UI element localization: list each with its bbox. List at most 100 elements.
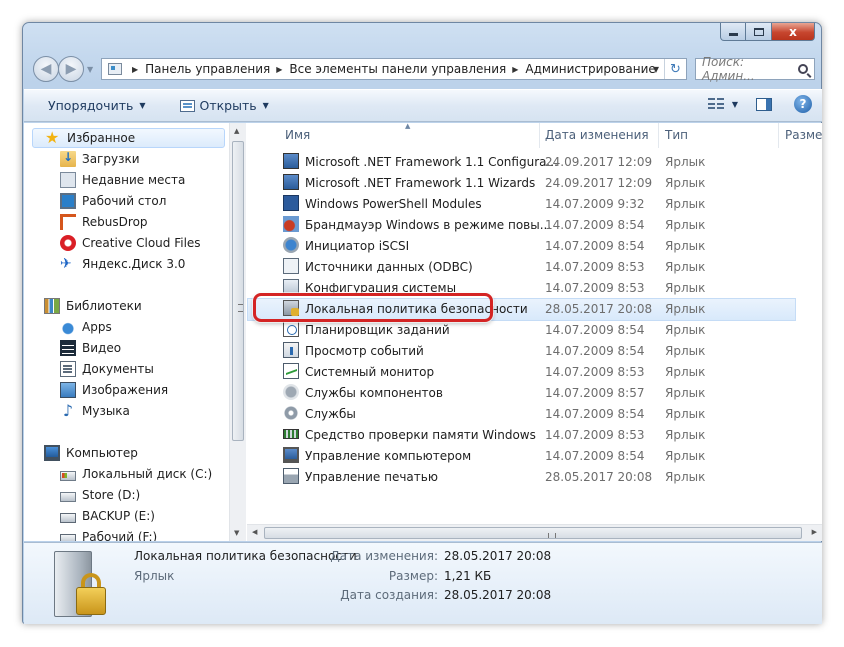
back-button[interactable]: ◀ — [33, 56, 59, 82]
breadcrumb-control-panel[interactable]: Панель управления — [145, 62, 270, 76]
file-name: Средство проверки памяти Windows — [305, 427, 536, 442]
nav-pane-scrollbar[interactable]: ▲ ▼ — [229, 123, 246, 541]
file-row[interactable]: Инициатор iSCSI14.07.2009 8:54Ярлык2 — [247, 235, 822, 256]
scroll-right-icon[interactable]: ▶ — [812, 528, 817, 536]
nav-item-label: Яндекс.Диск 3.0 — [82, 257, 186, 271]
file-list-hscrollbar[interactable]: ◀ ▶ — [247, 524, 822, 541]
address-history-dropdown[interactable]: ▼ — [648, 65, 664, 74]
file-type: Ярлык — [665, 406, 706, 421]
nav-favorites[interactable]: ★ Избранное — [32, 128, 225, 148]
chevron-right-icon[interactable]: ▶ — [276, 65, 282, 74]
nav-item-yandex-disk[interactable]: ✈ Яндекс.Диск 3.0 — [60, 254, 185, 274]
column-name[interactable]: Имя — [285, 128, 310, 142]
details-type: Ярлык — [134, 569, 175, 583]
file-row[interactable]: Локальная политика безопасности 28.05.201… — [247, 298, 822, 321]
file-type: Ярлык — [665, 322, 706, 337]
nav-item-drive-d[interactable]: Store (D:) — [60, 485, 140, 505]
lock-icon — [76, 587, 106, 615]
nav-item-drive-c[interactable]: Локальный диск (C:) — [60, 464, 212, 484]
nav-item-documents[interactable]: Документы — [60, 359, 154, 379]
change-view-icon[interactable] — [707, 98, 724, 110]
file-row[interactable]: Планировщик заданий14.07.2009 8:54Ярлык2 — [247, 319, 822, 340]
column-divider[interactable] — [778, 123, 779, 148]
view-options-dropdown[interactable]: ▼ — [732, 100, 738, 109]
file-date: 14.07.2009 8:53 — [545, 364, 645, 379]
scroll-left-icon[interactable]: ◀ — [252, 528, 257, 536]
close-button[interactable]: x — [772, 23, 815, 41]
nav-item-apps[interactable]: Apps — [60, 317, 112, 337]
organize-button[interactable]: Упорядочить ▼ — [42, 95, 152, 117]
nav-item-drive-e[interactable]: BACKUP (E:) — [60, 506, 155, 526]
file-row[interactable]: Windows PowerShell Modules 14.07.2009 9:3… — [247, 193, 822, 214]
scrollbar-thumb[interactable] — [264, 527, 802, 539]
scrollbar-thumb[interactable] — [232, 141, 244, 441]
file-row[interactable]: Microsoft .NET Framework 1.1 Wizards 24.0… — [247, 172, 822, 193]
net-framework-icon — [283, 174, 299, 190]
file-date: 14.07.2009 8:54 — [545, 343, 645, 358]
column-type[interactable]: Тип — [665, 128, 688, 142]
forward-button[interactable]: ▶ — [58, 56, 84, 82]
file-row[interactable]: Конфигурация системы 14.07.2009 8:53 Ярлык… — [247, 277, 822, 298]
column-date[interactable]: Дата изменения — [545, 128, 649, 142]
search-icon[interactable] — [798, 64, 808, 74]
star-icon: ★ — [45, 128, 60, 147]
details-title: Локальная политика безопасности — [134, 549, 357, 563]
yandex-disk-icon: ✈ — [60, 256, 72, 272]
apps-icon — [60, 319, 76, 335]
minimize-icon — [728, 32, 738, 36]
file-row[interactable]: Просмотр событий14.07.2009 8:54Ярлык2 — [247, 340, 822, 361]
nav-item-rebusdrop[interactable]: RebusDrop — [60, 212, 148, 232]
file-row[interactable]: Системный монитор14.07.2009 8:53Ярлык2 — [247, 361, 822, 382]
recent-pages-dropdown[interactable]: ▼ — [87, 65, 93, 74]
nav-item-label: Apps — [82, 320, 112, 334]
scroll-up-icon[interactable]: ▲ — [234, 127, 239, 135]
column-size[interactable]: Размер — [785, 128, 822, 142]
address-bar[interactable]: ▶ Панель управления ▶ Все элементы панел… — [101, 58, 687, 80]
file-row[interactable]: Службы14.07.2009 8:54Ярлык2 — [247, 403, 822, 424]
file-date: 28.05.2017 20:08 — [545, 301, 653, 316]
nav-item-creative-cloud[interactable]: Creative Cloud Files — [60, 233, 201, 253]
file-row[interactable]: Управление компьютером 14.07.2009 8:54 Ярл… — [247, 445, 822, 466]
grip-icon — [548, 533, 556, 538]
file-row[interactable]: Microsoft .NET Framework 1.1 Configura..… — [247, 151, 822, 172]
help-icon[interactable]: ? — [794, 95, 812, 113]
refresh-button[interactable]: ↻ — [664, 59, 686, 79]
scroll-down-icon[interactable]: ▼ — [234, 529, 239, 537]
maximize-button[interactable] — [746, 23, 772, 41]
file-row[interactable]: Источники данных (ODBC) 14.07.2009 8:53 Яр… — [247, 256, 822, 277]
computer-icon — [44, 445, 60, 461]
file-row[interactable]: Службы компонентов14.07.2009 8:57Ярлык2 — [247, 382, 822, 403]
file-name: Microsoft .NET Framework 1.1 Wizards — [305, 175, 536, 190]
nav-item-images[interactable]: Изображения — [60, 380, 168, 400]
nav-item-desktop[interactable]: Рабочий стол — [60, 191, 166, 211]
nav-item-drive-f[interactable]: Рабочий (F:) — [60, 527, 157, 541]
nav-item-downloads[interactable]: Загрузки — [60, 149, 140, 169]
file-row[interactable]: Управление печатью28.05.2017 20:08Ярлык2 — [247, 466, 822, 487]
sort-ascending-icon: ▲ — [405, 123, 411, 130]
file-name: Системный монитор — [305, 364, 435, 379]
minimize-button[interactable] — [720, 23, 746, 41]
nav-item-recent-places[interactable]: Недавние места — [60, 170, 185, 190]
breadcrumb-root-arrow[interactable]: ▶ — [126, 65, 145, 74]
breadcrumb-administration[interactable]: Администрирование — [525, 62, 655, 76]
nav-item-label: Документы — [82, 362, 154, 376]
preview-pane-icon[interactable] — [756, 97, 772, 111]
search-placeholder: Поиск: Админ... — [702, 55, 755, 83]
drive-icon — [60, 491, 76, 502]
chevron-right-icon[interactable]: ▶ — [512, 65, 518, 74]
details-size-label: Размер: — [388, 569, 438, 583]
column-divider[interactable] — [539, 123, 540, 148]
column-divider[interactable] — [658, 123, 659, 148]
search-input[interactable]: Поиск: Админ... — [695, 55, 815, 83]
file-name: Службы — [305, 406, 356, 421]
nav-item-music[interactable]: ♪ Музыка — [60, 401, 130, 421]
nav-libraries[interactable]: Библиотеки — [44, 296, 142, 316]
nav-item-video[interactable]: Видео — [60, 338, 121, 358]
file-row[interactable]: Брандмауэр Windows в режиме повы... 14.07… — [247, 214, 822, 235]
breadcrumb-all-items[interactable]: Все элементы панели управления — [289, 62, 506, 76]
open-button[interactable]: Открыть ▼ — [174, 95, 275, 117]
file-row[interactable]: Средство проверки памяти Windows 14.07.20… — [247, 424, 822, 445]
nav-computer[interactable]: Компьютер — [44, 443, 138, 463]
file-type: Ярлык — [665, 280, 706, 295]
nav-item-label: Рабочий стол — [82, 194, 167, 208]
